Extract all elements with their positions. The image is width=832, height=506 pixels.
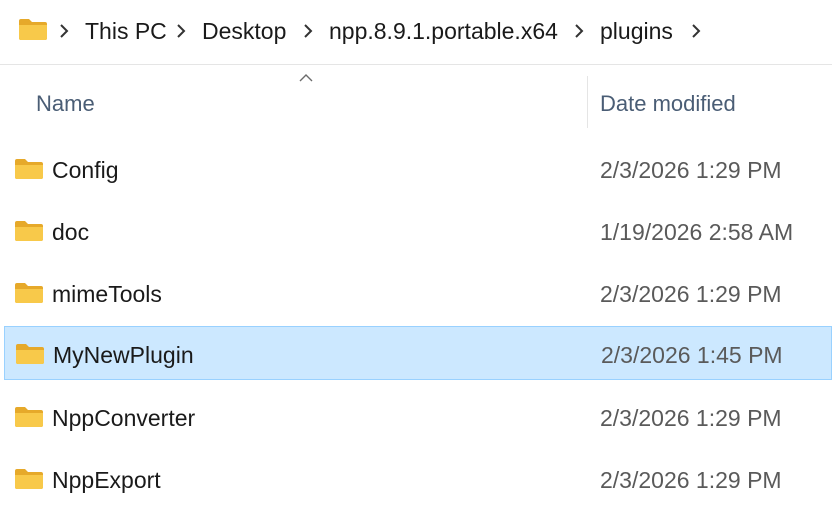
breadcrumb: This PC Desktop npp.8.9.1.portable.x64 p…	[0, 0, 832, 64]
file-row-config[interactable]: Config 2/3/2026 1:29 PM	[4, 142, 832, 196]
file-name: NppConverter	[52, 405, 196, 431]
sort-ascending-icon	[299, 74, 313, 82]
chevron-right-icon[interactable]	[302, 22, 314, 40]
folder-icon	[15, 221, 43, 241]
file-name: MyNewPlugin	[53, 342, 194, 368]
file-name: doc	[52, 219, 90, 245]
breadcrumb-desktop[interactable]: Desktop	[202, 17, 286, 45]
folder-icon	[15, 469, 43, 489]
file-name: mimeTools	[52, 281, 162, 307]
file-row-nppconverter[interactable]: NppConverter 2/3/2026 1:29 PM	[4, 390, 832, 444]
file-name: NppExport	[52, 467, 161, 493]
file-row-mimetools[interactable]: mimeTools 2/3/2026 1:29 PM	[4, 266, 832, 320]
file-date-modified: 2/3/2026 1:29 PM	[600, 405, 782, 431]
folder-icon	[15, 407, 43, 427]
file-date-modified: 2/3/2026 1:45 PM	[601, 342, 783, 368]
chevron-right-icon[interactable]	[690, 22, 702, 40]
file-row-nppexport[interactable]: NppExport 2/3/2026 1:29 PM	[4, 452, 832, 506]
folder-icon	[15, 159, 43, 179]
file-date-modified: 2/3/2026 1:29 PM	[600, 157, 782, 183]
file-date-modified: 2/3/2026 1:29 PM	[600, 281, 782, 307]
breadcrumb-this-pc[interactable]: This PC	[85, 17, 167, 45]
breadcrumb-npp-folder[interactable]: npp.8.9.1.portable.x64	[329, 17, 558, 45]
chevron-right-icon[interactable]	[58, 22, 70, 40]
chevron-right-icon[interactable]	[175, 22, 187, 40]
folder-icon	[15, 283, 43, 303]
column-header-name[interactable]: Name	[36, 90, 95, 118]
folder-icon	[16, 344, 44, 364]
breadcrumb-plugins[interactable]: plugins	[600, 17, 673, 45]
file-row-mynewplugin[interactable]: MyNewPlugin 2/3/2026 1:45 PM	[4, 326, 832, 380]
file-name: Config	[52, 157, 119, 183]
address-bar[interactable]: This PC Desktop npp.8.9.1.portable.x64 p…	[0, 0, 832, 65]
file-date-modified: 2/3/2026 1:29 PM	[600, 467, 782, 493]
column-divider[interactable]	[587, 76, 588, 128]
file-date-modified: 1/19/2026 2:58 AM	[600, 219, 794, 245]
file-row-doc[interactable]: doc 1/19/2026 2:58 AM	[4, 204, 832, 258]
column-header-date-modified[interactable]: Date modified	[600, 90, 736, 118]
chevron-right-icon[interactable]	[573, 22, 585, 40]
